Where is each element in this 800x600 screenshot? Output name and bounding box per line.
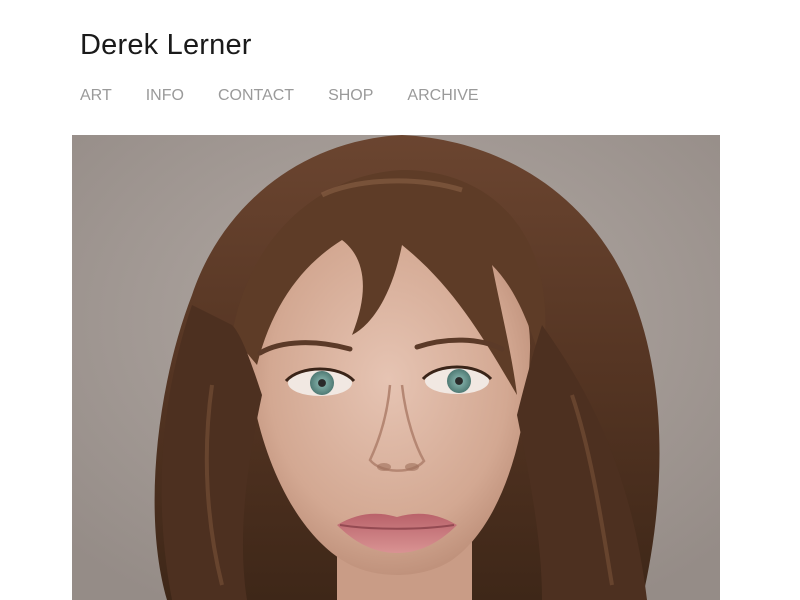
portrait-illustration [72,135,720,600]
nostril [405,463,419,471]
nav-item-contact[interactable]: CONTACT [218,86,294,106]
nostril [377,463,391,471]
nav-item-shop[interactable]: SHOP [328,86,373,106]
nav-item-info[interactable]: INFO [146,86,184,106]
featured-portrait-image[interactable] [72,135,720,600]
page: Derek Lerner ART INFO CONTACT SHOP ARCHI… [0,0,800,600]
main-nav: ART INFO CONTACT SHOP ARCHIVE [80,86,513,106]
nav-item-art[interactable]: ART [80,86,112,106]
site-title[interactable]: Derek Lerner [80,28,252,62]
nav-item-archive[interactable]: ARCHIVE [407,86,478,106]
